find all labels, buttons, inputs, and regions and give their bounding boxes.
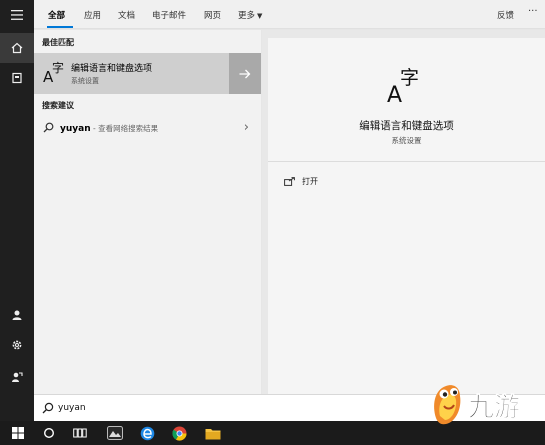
- language-settings-large-icon: A 字: [387, 67, 419, 106]
- cortana-icon[interactable]: [35, 421, 63, 445]
- preview-subtitle: 系统设置: [391, 136, 422, 145]
- results-pane: 最佳匹配 A 字 编辑语言和键盘选项 系统设置 搜索建议 yuyan - 查看网…: [34, 30, 261, 394]
- search-tabs: 全部 应用 文档 电子邮件 网页 更多 ▼ 反馈 ···: [34, 0, 545, 29]
- more-options-icon[interactable]: ···: [528, 6, 538, 17]
- big-glyph-char: 字: [400, 67, 419, 89]
- web-suggestion-item[interactable]: yuyan - 查看网络搜索结果 ›: [34, 115, 261, 141]
- tab-email[interactable]: 电子邮件: [152, 9, 186, 21]
- task-view-icon[interactable]: [66, 421, 94, 445]
- best-match-title: 编辑语言和键盘选项: [71, 64, 153, 74]
- document-icon[interactable]: [0, 63, 34, 93]
- preview-title: 编辑语言和键盘选项: [359, 120, 454, 132]
- home-icon[interactable]: [0, 33, 34, 63]
- chevron-down-icon: ▼: [257, 12, 263, 20]
- tab-more[interactable]: 更多 ▼: [238, 9, 262, 21]
- tab-all[interactable]: 全部: [48, 9, 65, 21]
- best-match-item[interactable]: A 字 编辑语言和键盘选项 系统设置: [34, 53, 261, 94]
- preview-pane: A 字 编辑语言和键盘选项 系统设置 打开: [268, 38, 545, 394]
- search-icon: [42, 402, 54, 414]
- feedback-link[interactable]: 反馈: [497, 9, 514, 21]
- watermark-text: 九游: [467, 393, 520, 423]
- best-match-subtitle: 系统设置: [71, 77, 99, 85]
- open-label: 打开: [302, 177, 318, 186]
- windows-start-icon[interactable]: [4, 421, 32, 445]
- suggestion-query: yuyan: [60, 124, 91, 134]
- chevron-right-icon: ›: [243, 120, 249, 135]
- suggestion-text: yuyan - 查看网络搜索结果: [60, 123, 158, 134]
- active-tab-indicator: [47, 26, 73, 28]
- suggestion-description: - 查看网络搜索结果: [90, 124, 159, 133]
- hamburger-icon[interactable]: [0, 0, 34, 30]
- tab-web[interactable]: 网页: [204, 9, 221, 21]
- open-action[interactable]: 打开: [284, 176, 318, 187]
- file-explorer-icon[interactable]: [199, 421, 227, 445]
- open-icon: [284, 177, 295, 186]
- user-icon[interactable]: [0, 300, 34, 330]
- edge-icon[interactable]: [133, 421, 161, 445]
- gear-icon[interactable]: [0, 330, 34, 360]
- tab-more-label: 更多: [238, 11, 256, 21]
- search-input[interactable]: [58, 400, 358, 416]
- best-match-header: 最佳匹配: [42, 38, 74, 47]
- app-icon[interactable]: [101, 421, 129, 445]
- search-icon: [43, 122, 54, 133]
- feedback-icon[interactable]: [0, 362, 34, 392]
- arrow-right-icon: [239, 69, 251, 78]
- tab-apps[interactable]: 应用: [84, 9, 101, 21]
- language-settings-icon: A 字: [43, 60, 64, 85]
- expand-arrow-button[interactable]: [229, 53, 261, 94]
- tab-documents[interactable]: 文档: [118, 9, 135, 21]
- suggestions-header: 搜索建议: [42, 101, 74, 110]
- preview-divider: [268, 161, 545, 162]
- glyph-char: 字: [52, 60, 64, 75]
- chrome-icon[interactable]: [165, 421, 193, 445]
- start-rail: [0, 0, 34, 421]
- jiuyou-watermark-logo: 九游: [434, 385, 520, 425]
